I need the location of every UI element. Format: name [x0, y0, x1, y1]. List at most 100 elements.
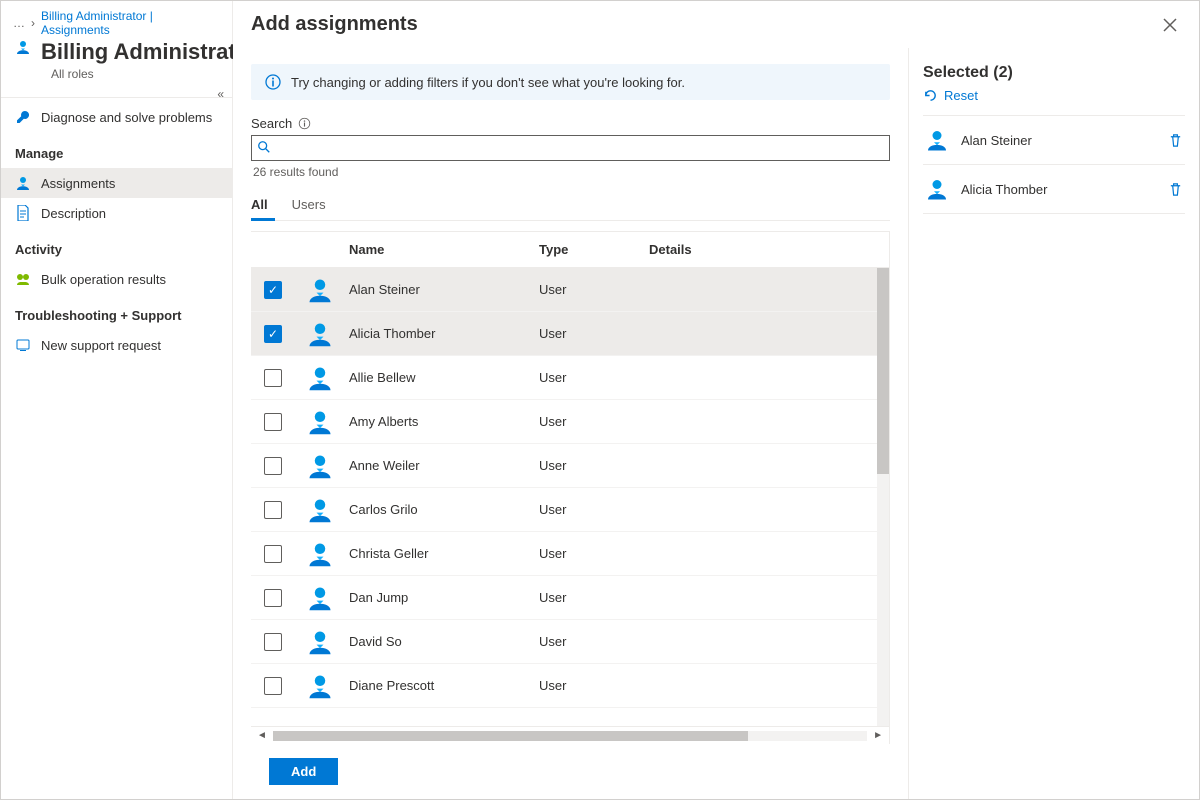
reset-button[interactable]: Reset: [923, 88, 1185, 103]
horizontal-scrollbar[interactable]: ◄ ►: [251, 726, 889, 744]
remove-selected-button[interactable]: [1168, 133, 1183, 148]
row-checkbox[interactable]: [264, 413, 282, 431]
bulk-icon: [15, 271, 31, 287]
row-name: Amy Alberts: [345, 414, 535, 429]
row-checkbox[interactable]: ✓: [264, 325, 282, 343]
row-type: User: [535, 326, 645, 341]
table-row[interactable]: Anne Weiler User: [251, 444, 889, 488]
search-input[interactable]: [251, 135, 890, 161]
undo-icon: [923, 88, 938, 103]
nav-bulk[interactable]: Bulk operation results: [1, 264, 232, 294]
support-icon: [15, 337, 31, 353]
table-row[interactable]: ✓ Alan Steiner User: [251, 268, 889, 312]
table-header: Name Type Details: [251, 232, 889, 268]
breadcrumb-dots[interactable]: …: [13, 16, 25, 30]
avatar-icon: [306, 452, 334, 480]
tabs: All Users: [251, 191, 890, 221]
row-checkbox[interactable]: [264, 501, 282, 519]
avatar-icon: [306, 408, 334, 436]
avatar-icon: [306, 540, 334, 568]
info-text: Try changing or adding filters if you do…: [291, 75, 685, 90]
table-row[interactable]: ✓ Alicia Thomber User: [251, 312, 889, 356]
trash-icon: [1168, 133, 1183, 148]
avatar-icon: [306, 276, 334, 304]
table-row[interactable]: David So User: [251, 620, 889, 664]
col-type[interactable]: Type: [535, 242, 645, 257]
panel-main: Try changing or adding filters if you do…: [233, 48, 909, 799]
info-bar: Try changing or adding filters if you do…: [251, 64, 890, 100]
tab-all[interactable]: All: [251, 191, 268, 220]
table-body: ✓ Alan Steiner User ✓ Alicia Thomber Use…: [251, 268, 889, 726]
blade-title: Billing Administrator: [41, 39, 258, 65]
selected-panel: Selected (2) Reset Alan Steiner Alicia T…: [909, 48, 1199, 799]
blade-subtitle: All roles: [1, 67, 232, 93]
search-label: Search: [251, 116, 292, 131]
row-type: User: [535, 282, 645, 297]
nav-support[interactable]: New support request: [1, 330, 232, 360]
nav-manage-header: Manage: [1, 132, 232, 168]
breadcrumb-link[interactable]: Billing Administrator | Assignments: [41, 9, 220, 37]
breadcrumb-sep: ›: [31, 16, 35, 30]
row-checkbox[interactable]: [264, 589, 282, 607]
nav-assignments[interactable]: Assignments: [1, 168, 232, 198]
table-row[interactable]: Diane Prescott User: [251, 664, 889, 708]
row-name: Alicia Thomber: [345, 326, 535, 341]
horizontal-scroll-thumb[interactable]: [273, 731, 748, 741]
row-name: Alan Steiner: [345, 282, 535, 297]
row-name: David So: [345, 634, 535, 649]
table-row[interactable]: Dan Jump User: [251, 576, 889, 620]
table-row[interactable]: Amy Alberts User: [251, 400, 889, 444]
row-type: User: [535, 634, 645, 649]
search-icon: [257, 140, 271, 154]
nav-support-label: New support request: [41, 338, 161, 353]
selected-item-name: Alan Steiner: [961, 133, 1032, 148]
trash-icon: [1168, 182, 1183, 197]
scroll-right-icon[interactable]: ►: [873, 730, 883, 741]
nav-description[interactable]: Description: [1, 198, 232, 228]
users-icon: [15, 39, 31, 55]
row-checkbox[interactable]: [264, 633, 282, 651]
vertical-scroll-thumb[interactable]: [877, 268, 889, 474]
panel-title: Add assignments: [251, 13, 418, 36]
results-table: Name Type Details ✓ Alan Steiner User ✓ …: [251, 231, 890, 744]
avatar-icon: [306, 628, 334, 656]
row-type: User: [535, 458, 645, 473]
row-type: User: [535, 678, 645, 693]
add-button[interactable]: Add: [269, 758, 338, 785]
collapse-chevron-icon[interactable]: «: [217, 87, 224, 101]
avatar-icon: [306, 364, 334, 392]
search-info-icon[interactable]: [298, 117, 311, 130]
reset-label: Reset: [944, 88, 978, 103]
search-box: [251, 135, 890, 161]
avatar-icon: [306, 320, 334, 348]
nav-diagnose-label: Diagnose and solve problems: [41, 110, 212, 125]
avatar-icon: [306, 672, 334, 700]
row-type: User: [535, 502, 645, 517]
close-button[interactable]: [1159, 14, 1181, 36]
row-name: Christa Geller: [345, 546, 535, 561]
row-name: Diane Prescott: [345, 678, 535, 693]
nav-description-label: Description: [41, 206, 106, 221]
col-details[interactable]: Details: [645, 242, 889, 257]
row-checkbox[interactable]: [264, 457, 282, 475]
person-icon: [15, 175, 31, 191]
scroll-left-icon[interactable]: ◄: [257, 730, 267, 741]
row-type: User: [535, 590, 645, 605]
table-row[interactable]: Christa Geller User: [251, 532, 889, 576]
wrench-icon: [15, 109, 31, 125]
row-checkbox[interactable]: [264, 545, 282, 563]
row-checkbox[interactable]: [264, 677, 282, 695]
row-checkbox[interactable]: [264, 369, 282, 387]
close-icon: [1163, 18, 1177, 32]
table-row[interactable]: Allie Bellew User: [251, 356, 889, 400]
remove-selected-button[interactable]: [1168, 182, 1183, 197]
nav-diagnose[interactable]: Diagnose and solve problems: [1, 102, 232, 132]
breadcrumb: … › Billing Administrator | Assignments: [1, 1, 232, 37]
nav-assignments-label: Assignments: [41, 176, 115, 191]
selected-title: Selected (2): [923, 64, 1185, 82]
info-icon: [265, 74, 281, 90]
row-checkbox[interactable]: ✓: [264, 281, 282, 299]
col-name[interactable]: Name: [345, 242, 535, 257]
table-row[interactable]: Carlos Grilo User: [251, 488, 889, 532]
tab-users[interactable]: Users: [292, 191, 326, 220]
